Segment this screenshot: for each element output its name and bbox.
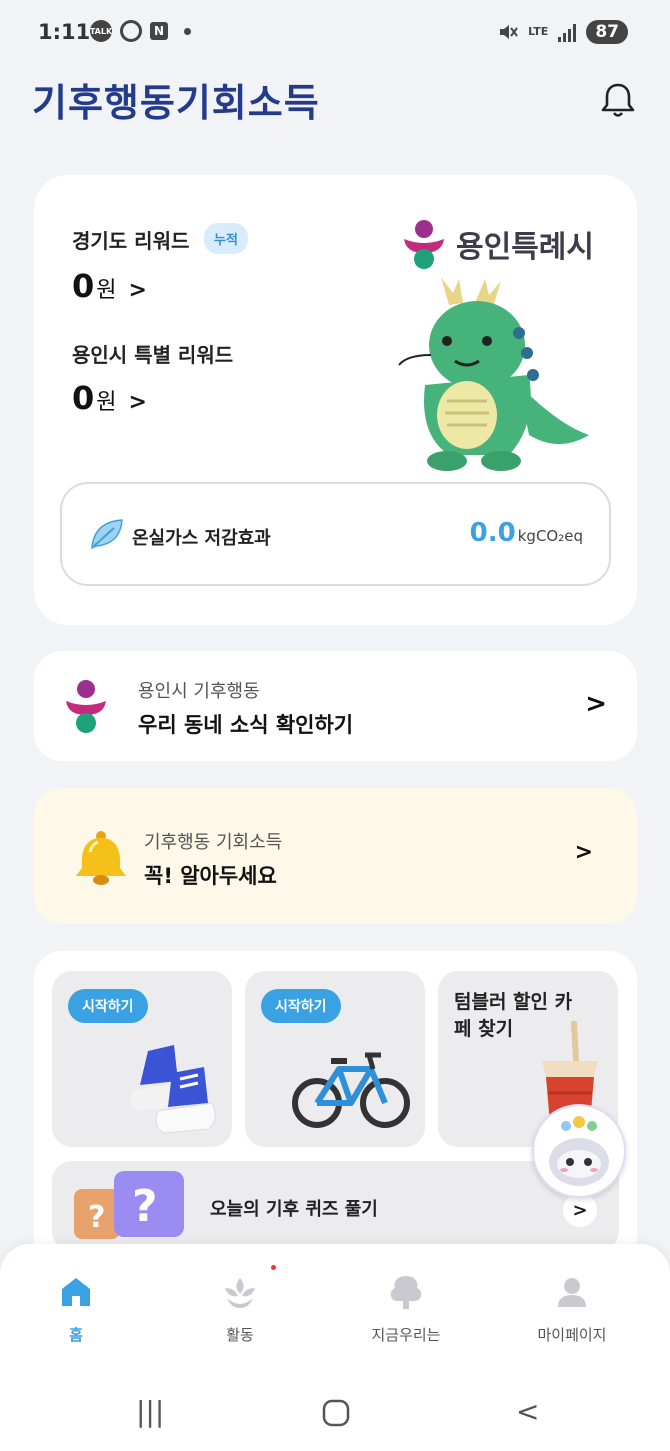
notification-icons: TALK N	[90, 20, 191, 42]
quiz-question-icon: ? ?	[74, 1171, 184, 1239]
notification-bell-button[interactable]	[598, 80, 638, 120]
nav-activity[interactable]: 활동	[170, 1272, 310, 1345]
naver-icon: N	[150, 22, 168, 40]
home-icon	[62, 1278, 90, 1306]
home-system-icon[interactable]	[322, 1399, 350, 1434]
bell-emoji-icon	[76, 831, 126, 885]
svg-text:?: ?	[132, 1181, 158, 1232]
news-subtitle: 용인시 기후행동	[138, 681, 260, 702]
bell-icon	[601, 83, 635, 117]
app-logo: 기후행동기회소득	[32, 72, 320, 127]
flower-icon	[225, 1278, 255, 1308]
quiz-label: 오늘의 기후 퀴즈 풀기	[210, 1199, 378, 1220]
chevron-right-icon: >	[128, 278, 147, 303]
sneakers-icon	[130, 1045, 216, 1134]
news-title: 우리 동네 소식 확인하기	[138, 713, 354, 737]
gyeonggi-reward-label: 경기도 리워드	[72, 229, 190, 253]
chevron-right-icon: >	[572, 1199, 588, 1221]
yongin-emblem-icon	[404, 220, 444, 269]
ghg-label: 온실가스 저감효과	[132, 528, 271, 549]
yongin-amount-unit: 원	[96, 390, 117, 415]
notice-subtitle: 기후행동 기회소득	[144, 832, 283, 853]
status-time: 1:11	[38, 20, 91, 44]
dragon-mascot-icon	[398, 277, 589, 471]
mute-icon	[500, 25, 518, 39]
ghg-reduction-box: 온실가스 저감효과 0.0 kgCO₂eq	[60, 482, 611, 586]
more-dot-icon	[184, 27, 191, 35]
bicycle-icon	[292, 1052, 410, 1128]
chevron-right-icon: >	[585, 689, 607, 719]
cycling-tile[interactable]: 시작하기	[245, 971, 425, 1147]
yongin-emblem-icon	[66, 680, 106, 733]
nav-now[interactable]: 지금우리는	[336, 1272, 476, 1345]
notice-card[interactable]: 기후행동 기회소득 꼭! 알아두세요 >	[34, 788, 637, 924]
leaf-icon	[91, 519, 123, 550]
robot-mascot-icon	[549, 1116, 609, 1186]
city-name: 용인특례시	[456, 230, 594, 265]
recent-apps-icon[interactable]: |||	[136, 1395, 164, 1428]
nav-mypage[interactable]: 마이페이지	[502, 1272, 642, 1345]
walking-tile[interactable]: 시작하기	[52, 971, 232, 1147]
battery-level: 87	[586, 20, 628, 44]
yongin-reward-amount[interactable]: 0 원 >	[72, 379, 147, 417]
nav-activity-label: 활동	[226, 1326, 254, 1344]
walk-start-button[interactable]: 시작하기	[68, 989, 148, 1023]
status-bar: 1:11 TALK N LTE 87	[0, 0, 670, 66]
gyeonggi-reward-amount[interactable]: 0 원 >	[72, 267, 147, 305]
signal-icon	[558, 22, 577, 42]
system-indicators: LTE 87	[498, 20, 628, 44]
local-news-card[interactable]: 용인시 기후행동 우리 동네 소식 확인하기 >	[34, 651, 637, 761]
back-icon[interactable]: <	[516, 1395, 539, 1428]
yongin-reward-label: 용인시 특별 리워드	[72, 343, 234, 367]
notice-title: 꼭! 알아두세요	[144, 864, 277, 888]
cumulative-badge: 누적	[204, 223, 248, 254]
activity-notification-dot	[271, 1265, 276, 1270]
gyeonggi-amount-unit: 원	[96, 278, 117, 303]
chevron-right-icon: >	[574, 840, 593, 865]
bike-start-button[interactable]: 시작하기	[261, 989, 341, 1023]
reward-card: 경기도 리워드 누적 0 원 > 용인시 특별 리워드 0 원 > 용인특례시	[34, 175, 637, 625]
talk-icon: TALK	[90, 20, 112, 42]
chevron-right-icon: >	[128, 390, 147, 415]
tree-icon	[390, 1276, 422, 1309]
ghg-value: 0.0 kgCO₂eq	[470, 518, 583, 548]
nav-now-label: 지금우리는	[371, 1326, 441, 1344]
gyeonggi-amount-value: 0	[72, 267, 95, 305]
ghg-number: 0.0	[469, 518, 516, 548]
ghg-unit: kgCO₂eq	[517, 527, 583, 545]
lte-indicator: LTE	[528, 25, 549, 38]
nav-home-label: 홈	[69, 1326, 83, 1344]
settings-ring-icon	[120, 20, 142, 42]
person-icon	[558, 1278, 586, 1307]
system-navigation-bar: ||| <	[0, 1395, 670, 1435]
nav-mypage-label: 마이페이지	[537, 1326, 607, 1344]
nav-home[interactable]: 홈	[6, 1272, 146, 1345]
assistant-fab-button[interactable]	[532, 1104, 626, 1198]
app-logo-text: 기후행동기회소득	[32, 81, 320, 125]
yongin-amount-value: 0	[72, 379, 95, 417]
svg-text:?: ?	[88, 1200, 105, 1235]
yongin-city-logo: 용인특례시	[402, 219, 594, 269]
